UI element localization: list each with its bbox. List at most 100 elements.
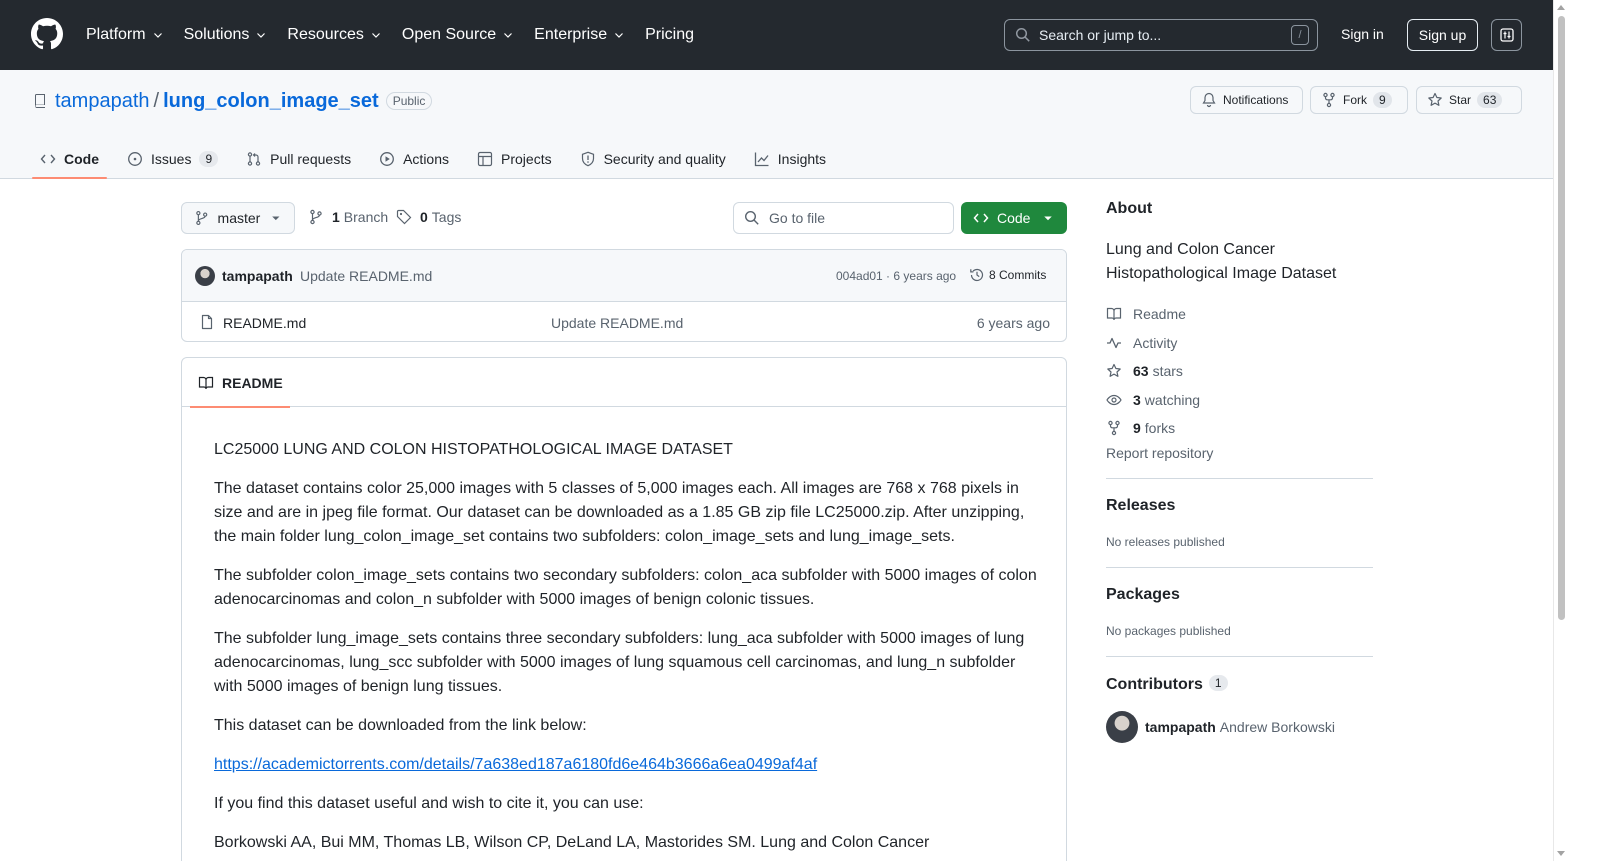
go-to-file-input[interactable]: Go to file — [733, 202, 954, 234]
tab-code[interactable]: Code — [32, 140, 107, 179]
contributor-item[interactable]: tampapath Andrew Borkowski — [1106, 710, 1373, 743]
commit-message[interactable]: Update README.md — [300, 268, 432, 284]
watching-label: watching — [1144, 391, 1201, 408]
shield-icon — [581, 151, 594, 167]
readme-title: LC25000 LUNG AND COLON HISTOPATHOLOGICAL… — [214, 441, 733, 458]
sign-up-button[interactable]: Sign up — [1407, 19, 1478, 51]
book-icon — [1106, 308, 1122, 321]
repo-name-link[interactable]: lung_colon_image_set — [163, 90, 379, 113]
readme-paragraph: Borkowski AA, Bui MM, Thomas LB, Wilson … — [214, 834, 930, 851]
file-icon — [201, 314, 213, 330]
contributors-count: 1 — [1208, 674, 1228, 691]
graph-icon — [754, 152, 769, 167]
chevron-down-icon — [615, 33, 624, 38]
contributors-heading[interactable]: Contributors 1 — [1106, 674, 1373, 694]
fork-icon — [1323, 92, 1335, 108]
tab-label: Actions — [403, 151, 450, 167]
watchers-link[interactable]: 3 watching — [1106, 386, 1373, 415]
tab-actions[interactable]: Actions — [371, 140, 457, 178]
tab-label: Issues — [151, 151, 192, 167]
contributor-username[interactable]: tampapath — [1145, 719, 1216, 735]
scroll-down-arrow-icon[interactable] — [1557, 851, 1565, 856]
file-commit-message[interactable]: Update README.md — [551, 315, 683, 331]
tab-insights[interactable]: Insights — [746, 140, 834, 178]
search-placeholder: Search or jump to... — [1039, 27, 1162, 43]
fork-label: Fork — [1343, 93, 1367, 107]
nav-pricing[interactable]: Pricing — [645, 26, 694, 44]
download-link[interactable]: https://academictorrents.com/details/7a6… — [214, 756, 817, 773]
report-repository-link[interactable]: Report repository — [1106, 445, 1373, 461]
tab-pull-requests[interactable]: Pull requests — [238, 140, 359, 178]
notifications-button[interactable]: Notifications — [1190, 86, 1303, 114]
code-icon — [973, 213, 989, 223]
about-description: Lung and Colon Cancer Histopathological … — [1106, 241, 1337, 282]
sign-in-link[interactable]: Sign in — [1341, 26, 1384, 42]
nav-open-source[interactable]: Open Source — [402, 26, 514, 44]
repo-sidebar: About Lung and Colon Cancer Histopatholo… — [1106, 200, 1373, 743]
notifications-label: Notifications — [1223, 93, 1289, 107]
file-name[interactable]: README.md — [223, 315, 306, 331]
readme-paragraph: The subfolder lung_image_sets contains t… — [214, 630, 1025, 695]
contributor-full-name: Andrew Borkowski — [1219, 718, 1335, 735]
page-scrollbar[interactable] — [1553, 0, 1568, 861]
repo-tabs: Code Issues 9 Pull requests Actions Proj… — [32, 140, 846, 179]
repo-owner-link[interactable]: tampapath — [55, 90, 150, 113]
tab-label: Pull requests — [270, 151, 352, 167]
global-search-input[interactable]: Search or jump to... / — [1004, 19, 1318, 51]
activity-link[interactable]: Activity — [1106, 329, 1373, 358]
avatar[interactable] — [195, 266, 215, 286]
commits-link[interactable]: 8 Commits — [969, 267, 1046, 283]
nav-enterprise[interactable]: Enterprise — [534, 26, 625, 44]
branch-icon — [196, 211, 208, 225]
eye-icon — [1106, 394, 1122, 405]
commit-author[interactable]: tampapath — [222, 268, 293, 284]
tab-issues[interactable]: Issues 9 — [119, 140, 226, 178]
commit-hash-age[interactable]: 004ad01 · 6 years ago — [836, 269, 956, 283]
global-nav: Platform Solutions Resources Open Source… — [86, 24, 714, 46]
readme-link[interactable]: Readme — [1106, 300, 1373, 329]
star-button[interactable]: Star 63 — [1416, 86, 1522, 114]
forks-link[interactable]: 9 forks — [1106, 414, 1373, 443]
fork-count: 9 — [1373, 92, 1392, 108]
table-icon — [477, 151, 493, 167]
table-row[interactable]: README.md Update README.md 6 years ago — [182, 302, 1066, 341]
tab-security[interactable]: Security and quality — [572, 140, 734, 178]
star-icon — [1107, 364, 1121, 378]
pulse-icon — [1107, 337, 1121, 348]
avatar[interactable] — [1106, 710, 1138, 743]
branch-label: Branch — [343, 209, 389, 225]
nav-platform[interactable]: Platform — [86, 26, 164, 44]
stars-link[interactable]: 63 stars — [1106, 357, 1373, 386]
releases-note: No releases published — [1106, 534, 1225, 549]
tab-projects[interactable]: Projects — [469, 140, 560, 178]
fork-button[interactable]: Fork 9 — [1310, 86, 1408, 114]
divider — [1106, 655, 1373, 657]
tab-label: Code — [64, 151, 99, 167]
menu-button[interactable] — [1491, 19, 1522, 51]
repo-header: tampapath / lung_colon_image_set Public … — [0, 70, 1553, 179]
releases-heading[interactable]: Releases — [1106, 497, 1373, 515]
scroll-up-arrow-icon[interactable] — [1557, 5, 1565, 10]
github-logo-icon[interactable] — [31, 18, 63, 50]
go-to-file-placeholder: Go to file — [769, 210, 826, 226]
code-dropdown-button[interactable]: Code — [961, 202, 1067, 234]
nav-solutions[interactable]: Solutions — [184, 26, 268, 44]
scrollbar-thumb[interactable] — [1558, 16, 1565, 620]
packages-heading[interactable]: Packages — [1106, 586, 1373, 604]
readme-tab[interactable]: README — [190, 358, 290, 408]
tag-label: Tags — [431, 209, 462, 225]
branches-link[interactable]: 1 Branch — [308, 209, 388, 225]
nav-resources[interactable]: Resources — [287, 26, 381, 44]
search-icon — [1015, 27, 1030, 42]
branch-select-button[interactable]: master — [181, 202, 295, 234]
chevron-down-icon — [504, 33, 513, 38]
stars-count: 63 — [1133, 363, 1149, 380]
repo-separator: / — [153, 89, 160, 112]
readme-content: LC25000 LUNG AND COLON HISTOPATHOLOGICAL… — [214, 438, 1044, 861]
readme-tab-label: README — [222, 374, 283, 391]
nav-label: Open Source — [401, 26, 497, 43]
forks-count: 9 — [1133, 420, 1141, 437]
file-age: 6 years ago — [976, 315, 1050, 331]
repo-icon — [34, 94, 45, 108]
tags-link[interactable]: 0 Tags — [396, 209, 461, 225]
